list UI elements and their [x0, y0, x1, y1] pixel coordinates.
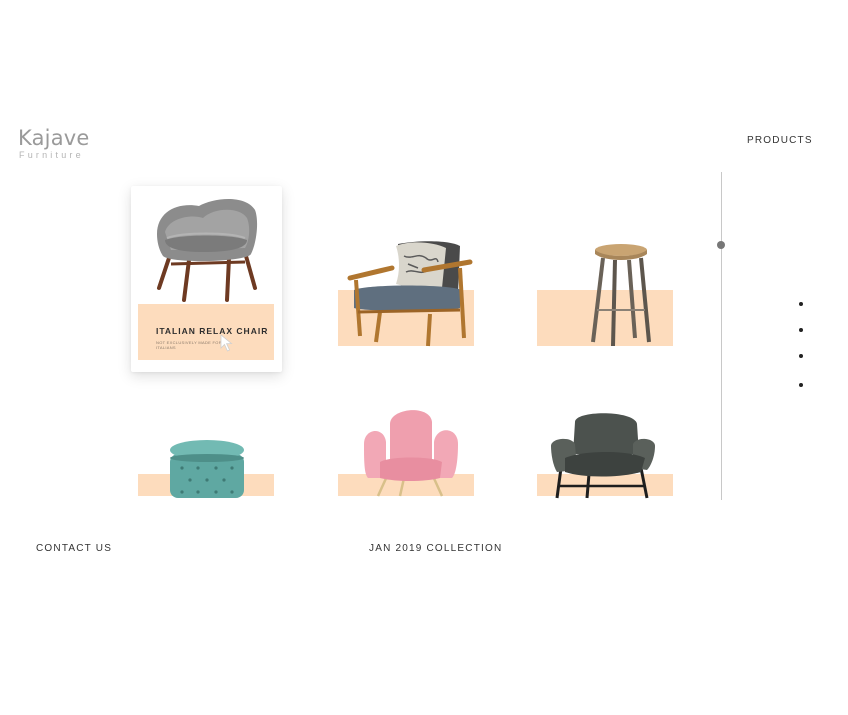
product-card-wooden-armchair[interactable]	[338, 232, 474, 348]
tufted-ottoman-image	[170, 440, 244, 498]
brand-name: Kajave	[18, 126, 90, 150]
timeline-handle[interactable]	[717, 241, 725, 249]
product-title: ITALIAN RELAX CHAIR	[156, 326, 269, 336]
product-card-tufted-ottoman[interactable]	[138, 434, 274, 498]
collection-link[interactable]: JAN 2019 COLLECTION	[369, 543, 502, 554]
brand-logo[interactable]: Kajave Furniture	[18, 126, 90, 160]
products-link[interactable]: PRODUCTS	[747, 135, 813, 146]
cursor-icon	[220, 334, 233, 352]
armchair-grey-image	[157, 199, 258, 302]
timeline-line	[721, 172, 722, 500]
pagination-dot-4[interactable]	[799, 383, 803, 387]
product-card-pink-armchair[interactable]	[338, 400, 474, 498]
product-card-lounge-chair[interactable]	[537, 400, 673, 499]
wooden-armchair-image	[347, 241, 473, 347]
product-description: NOT EXCLUSIVELY MADE FOR ITALIANS	[156, 340, 222, 350]
bar-stool-image	[591, 244, 651, 347]
contact-us-link[interactable]: CONTACT US	[36, 543, 112, 554]
product-card-bar-stool[interactable]	[537, 232, 695, 348]
pink-armchair-image	[364, 410, 458, 497]
pagination-dot-2[interactable]	[799, 328, 803, 332]
lounge-chair-image	[551, 413, 655, 499]
pagination-dot-1[interactable]	[799, 302, 803, 306]
brand-tagline: Furniture	[19, 150, 84, 160]
pagination-dot-3[interactable]	[799, 354, 803, 358]
product-card-italian-relax-chair[interactable]: ITALIAN RELAX CHAIR NOT EXCLUSIVELY MADE…	[131, 186, 282, 372]
